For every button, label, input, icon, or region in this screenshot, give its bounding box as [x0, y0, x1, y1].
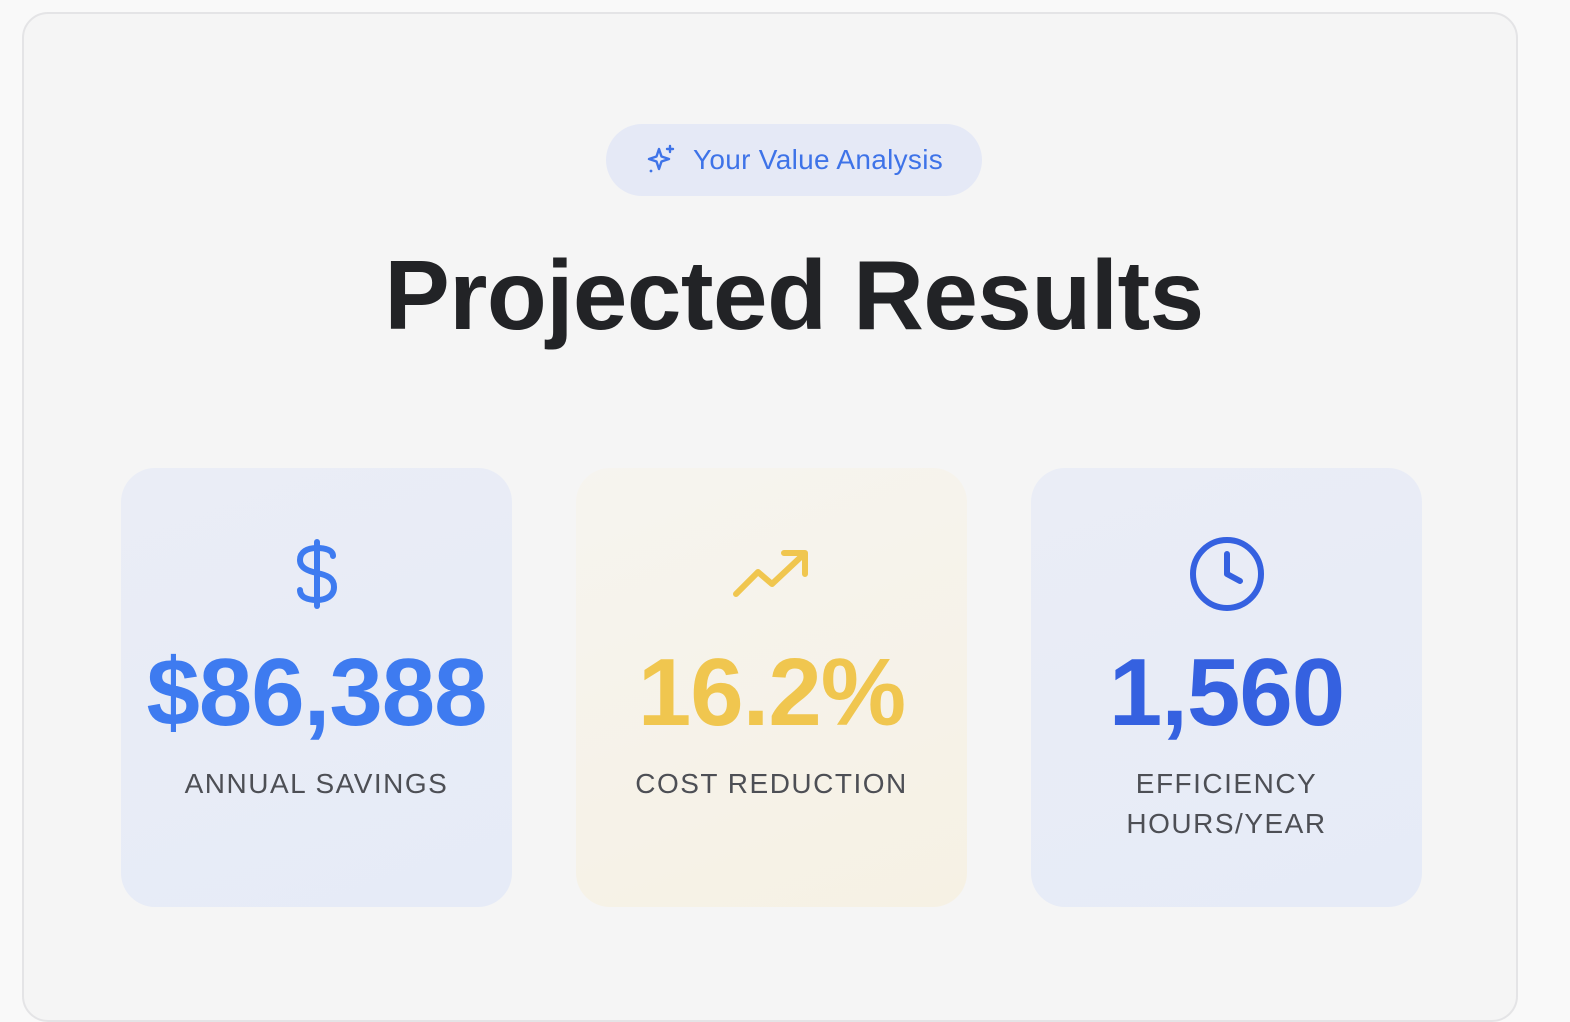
- badge-label: Your Value Analysis: [692, 144, 944, 175]
- page-title: Projected Results: [384, 240, 1204, 350]
- efficiency-hours-value: 1,560: [1108, 639, 1345, 746]
- annual-savings-card: $86,388 ANNUAL SAVINGS: [121, 468, 512, 907]
- trending-up-icon: [576, 534, 967, 614]
- annual-savings-label: ANNUAL SAVINGS: [184, 768, 449, 799]
- annual-savings-value: $86,388: [146, 639, 487, 746]
- cost-reduction-label: COST REDUCTION: [635, 768, 908, 799]
- sparkles-icon: [645, 143, 679, 177]
- results-panel: Your Value Analysis Projected Results $8…: [22, 12, 1518, 1022]
- clock-icon: [1031, 534, 1422, 614]
- dollar-icon: [121, 534, 512, 614]
- cost-reduction-value: 16.2%: [637, 639, 906, 746]
- value-analysis-badge: Your Value Analysis: [606, 124, 982, 196]
- efficiency-hours-card: 1,560 EFFICIENCY HOURS/YEAR: [1031, 468, 1422, 907]
- efficiency-hours-label: EFFICIENCY HOURS/YEAR: [1126, 768, 1327, 839]
- cost-reduction-card: 16.2% COST REDUCTION: [576, 468, 967, 907]
